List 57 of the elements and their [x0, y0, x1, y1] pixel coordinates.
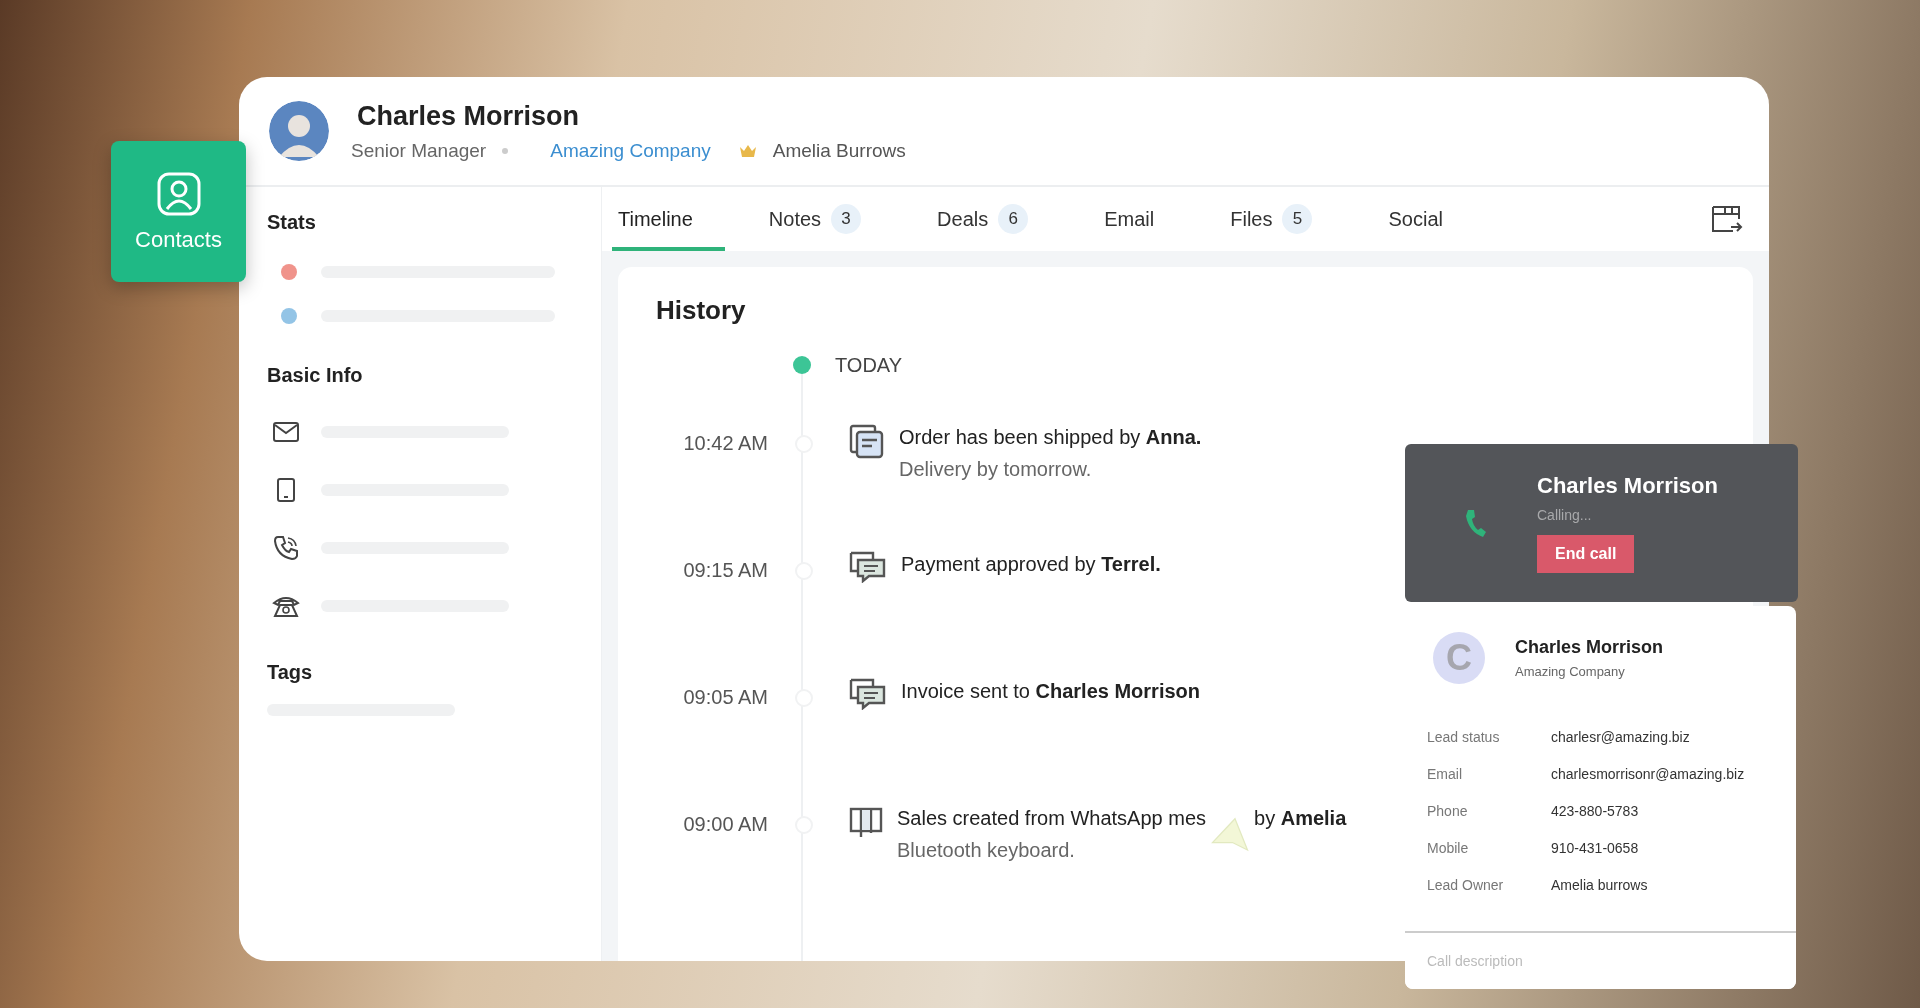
field-label: Phone — [1427, 802, 1469, 819]
field-label: Mobile — [1427, 839, 1470, 856]
panel-export-icon[interactable] — [1711, 205, 1743, 233]
chat-icon — [849, 551, 887, 583]
section-heading: Stats — [267, 211, 317, 234]
call-description-field[interactable]: Call description — [1405, 931, 1796, 989]
entry-detail: Delivery by tomorrow. — [899, 458, 1093, 481]
chat-icon — [849, 678, 887, 710]
entry-text: Invoice sent to Charles Morrison — [901, 679, 1200, 703]
contact-name: Charles Morrison — [357, 100, 581, 132]
field-value: charlesr@amazing.biz — [1551, 728, 1690, 745]
entry-detail: Bluetooth keyboard. — [897, 839, 1076, 862]
end-call-button[interactable]: End call — [1537, 535, 1635, 573]
telephone-icon — [271, 594, 301, 618]
today-dot — [793, 356, 811, 374]
phone-icon — [271, 535, 301, 561]
owner-name: Amelia Burrows — [772, 139, 906, 162]
initial-avatar: C — [1433, 632, 1485, 684]
field-label: Lead status — [1427, 728, 1501, 745]
entry-text: Sales created from WhatsApp mes — [897, 806, 1206, 830]
entry-time: 09:15 AM — [682, 559, 768, 582]
field-value: 423-880-5783 — [1551, 802, 1639, 819]
entry-text: Order has been shipped by Anna. — [899, 425, 1202, 449]
tab[interactable]: Email — [1098, 187, 1187, 251]
field-value: Amelia burrows — [1551, 876, 1648, 893]
crown-icon — [738, 143, 757, 158]
entry-time: 10:42 AM — [682, 432, 768, 455]
call-status: Calling... — [1537, 507, 1592, 523]
board-icon — [849, 805, 883, 839]
caller-name: Charles Morrison — [1537, 473, 1718, 499]
tab[interactable]: Timeline — [612, 187, 725, 251]
field-value: charlesmorrisonr@amazing.biz — [1551, 765, 1745, 782]
tab[interactable]: Deals 6 — [931, 187, 1061, 251]
company-name: Amazing Company — [1515, 664, 1626, 679]
entry-time: 09:05 AM — [682, 686, 768, 709]
company-link[interactable]: Amazing Company — [550, 139, 711, 162]
history-heading: History — [656, 295, 747, 326]
mail-icon — [271, 422, 301, 442]
contact-name: Charles Morrison — [1515, 637, 1664, 658]
field-label: Lead Owner — [1427, 876, 1505, 893]
phone-icon — [1465, 508, 1487, 538]
tab[interactable]: Files 5 — [1224, 187, 1345, 251]
contact-icon — [155, 170, 202, 217]
avatar — [269, 101, 329, 161]
field-label: Email — [1427, 765, 1463, 782]
tab[interactable]: Notes 3 — [762, 187, 894, 251]
pointer-cursor-icon — [1210, 817, 1250, 853]
entry-time: 09:00 AM — [682, 813, 768, 836]
day-label: TODAY — [835, 353, 903, 377]
field-value: 910-431-0658 — [1551, 839, 1639, 856]
entry-text: by Amelia — [1254, 806, 1347, 830]
section-heading: Tags — [267, 661, 314, 684]
section-heading: Basic Info — [267, 364, 364, 387]
entry-text: Payment approved by Terrel. — [901, 552, 1161, 576]
note-icon — [849, 424, 885, 460]
job-title: Senior Manager — [351, 139, 487, 162]
tab[interactable]: Social — [1382, 187, 1475, 251]
